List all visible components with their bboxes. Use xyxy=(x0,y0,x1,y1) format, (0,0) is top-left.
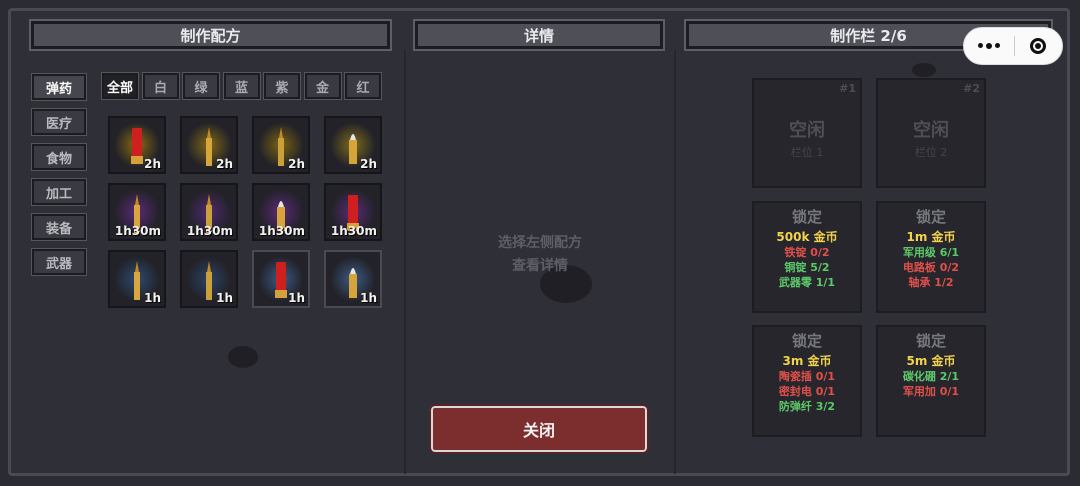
category-button[interactable]: 食物 xyxy=(31,143,87,171)
category-button[interactable]: 装备 xyxy=(31,213,87,241)
slot-state: 空闲 xyxy=(913,120,949,141)
recipe-card[interactable]: 2h xyxy=(108,116,166,174)
lock-title: 锁定 xyxy=(915,208,946,226)
panel-divider xyxy=(404,50,406,474)
recipe-card[interactable]: 1h xyxy=(324,250,382,308)
details-hint: 选择左侧配方 查看详情 xyxy=(470,232,610,278)
recipes-title: 制作配方 xyxy=(29,19,392,51)
recipe-card[interactable]: 2h xyxy=(324,116,382,174)
lock-title: 锁定 xyxy=(791,208,822,226)
requirement: 密封电 0/1 xyxy=(778,385,836,398)
craft-slot[interactable]: #2 空闲栏位 2 xyxy=(876,78,986,188)
recipe-card[interactable]: 2h xyxy=(252,116,310,174)
unlock-cost: 5m 金币 xyxy=(906,354,956,368)
more-icon[interactable] xyxy=(964,43,1014,49)
locked-slot[interactable]: 锁定 1m 金币军用级 6/1 电路板 0/2 轴承 1/2 xyxy=(876,201,986,313)
ammo-icon xyxy=(130,126,144,170)
slot-number: #1 xyxy=(839,82,856,95)
ammo-icon xyxy=(276,126,286,172)
filter-tab[interactable]: 蓝 xyxy=(222,72,261,100)
ammo-icon xyxy=(347,260,359,304)
category-button[interactable]: 加工 xyxy=(31,178,87,206)
requirement: 军用加 0/1 xyxy=(902,385,960,398)
craft-time: 1h xyxy=(360,291,377,305)
filter-tab[interactable]: 紫 xyxy=(263,72,301,100)
filter-tab[interactable]: 红 xyxy=(344,72,382,100)
craft-time: 1h30m xyxy=(186,224,233,238)
craft-slot[interactable]: #1 空闲栏位 1 xyxy=(752,78,862,188)
slot-number: #2 xyxy=(963,82,980,95)
recipe-card[interactable]: 1h xyxy=(180,250,238,308)
close-button[interactable]: 关闭 xyxy=(429,404,649,454)
recipe-card[interactable]: 1h30m xyxy=(108,183,166,241)
craft-time: 1h xyxy=(144,291,161,305)
recipe-card[interactable]: 1h30m xyxy=(252,183,310,241)
filter-tab[interactable]: 金 xyxy=(303,72,342,100)
recipe-card[interactable]: 1h30m xyxy=(324,183,382,241)
lock-title: 锁定 xyxy=(791,332,822,350)
requirement: 铁锭 0/2 xyxy=(784,246,830,259)
locked-slot[interactable]: 锁定 3m 金币陶瓷插 0/1 密封电 0/1 防弹纤 3/2 xyxy=(752,325,862,437)
filter-tab[interactable]: 绿 xyxy=(182,72,220,100)
locked-slot[interactable]: 锁定 5m 金币碳化硼 2/1 军用加 0/1 xyxy=(876,325,986,437)
requirement: 轴承 1/2 xyxy=(908,276,954,289)
filter-tab[interactable]: 白 xyxy=(141,72,180,100)
ammo-icon xyxy=(274,260,288,304)
recipe-card[interactable]: 1h xyxy=(252,250,310,308)
locked-slot[interactable]: 锁定 500k 金币 铁锭 0/2 铜锭 5/2 武器零 1/1 xyxy=(752,201,862,313)
close-circle-icon[interactable] xyxy=(1014,38,1062,54)
slot-state: 空闲 xyxy=(789,120,825,141)
unlock-cost: 500k 金币 xyxy=(776,230,838,244)
floor-stain xyxy=(228,346,258,368)
hint-line-1: 选择左侧配方 xyxy=(498,235,582,251)
craft-time: 1h xyxy=(288,291,305,305)
details-title: 详情 xyxy=(413,19,665,51)
requirement: 电路板 0/2 xyxy=(902,261,960,274)
recipe-card[interactable]: 2h xyxy=(180,116,238,174)
slot-label: 栏位 2 xyxy=(914,146,948,159)
category-button[interactable]: 医疗 xyxy=(31,108,87,136)
craft-time: 1h30m xyxy=(258,224,305,238)
craft-time: 2h xyxy=(360,157,377,171)
floor-stain xyxy=(912,63,936,77)
recipe-card[interactable]: 1h30m xyxy=(180,183,238,241)
unlock-cost: 3m 金币 xyxy=(782,354,832,368)
craft-time: 2h xyxy=(144,157,161,171)
craft-time: 2h xyxy=(216,157,233,171)
craft-time: 1h xyxy=(216,291,233,305)
requirement: 陶瓷插 0/1 xyxy=(778,370,836,383)
ammo-icon xyxy=(347,126,359,170)
requirement: 碳化硼 2/1 xyxy=(902,370,960,383)
requirement: 军用级 6/1 xyxy=(902,246,960,259)
category-button[interactable]: 弹药 xyxy=(31,73,87,101)
mini-program-capsule xyxy=(963,27,1063,65)
craft-time: 1h30m xyxy=(330,224,377,238)
ammo-icon xyxy=(204,260,214,306)
ammo-icon xyxy=(204,126,214,172)
category-button[interactable]: 武器 xyxy=(31,248,87,276)
craft-time: 2h xyxy=(288,157,305,171)
panel-divider xyxy=(674,50,676,474)
requirement: 防弹纤 3/2 xyxy=(778,400,836,413)
filter-tab[interactable]: 全部 xyxy=(101,72,139,100)
unlock-cost: 1m 金币 xyxy=(906,230,956,244)
recipe-card[interactable]: 1h xyxy=(108,250,166,308)
requirement: 铜锭 5/2 xyxy=(784,261,830,274)
requirement: 武器零 1/1 xyxy=(778,276,836,289)
slot-label: 栏位 1 xyxy=(790,146,824,159)
lock-title: 锁定 xyxy=(915,332,946,350)
ammo-icon xyxy=(132,260,142,306)
hint-line-2: 查看详情 xyxy=(512,258,568,274)
craft-time: 1h30m xyxy=(114,224,161,238)
